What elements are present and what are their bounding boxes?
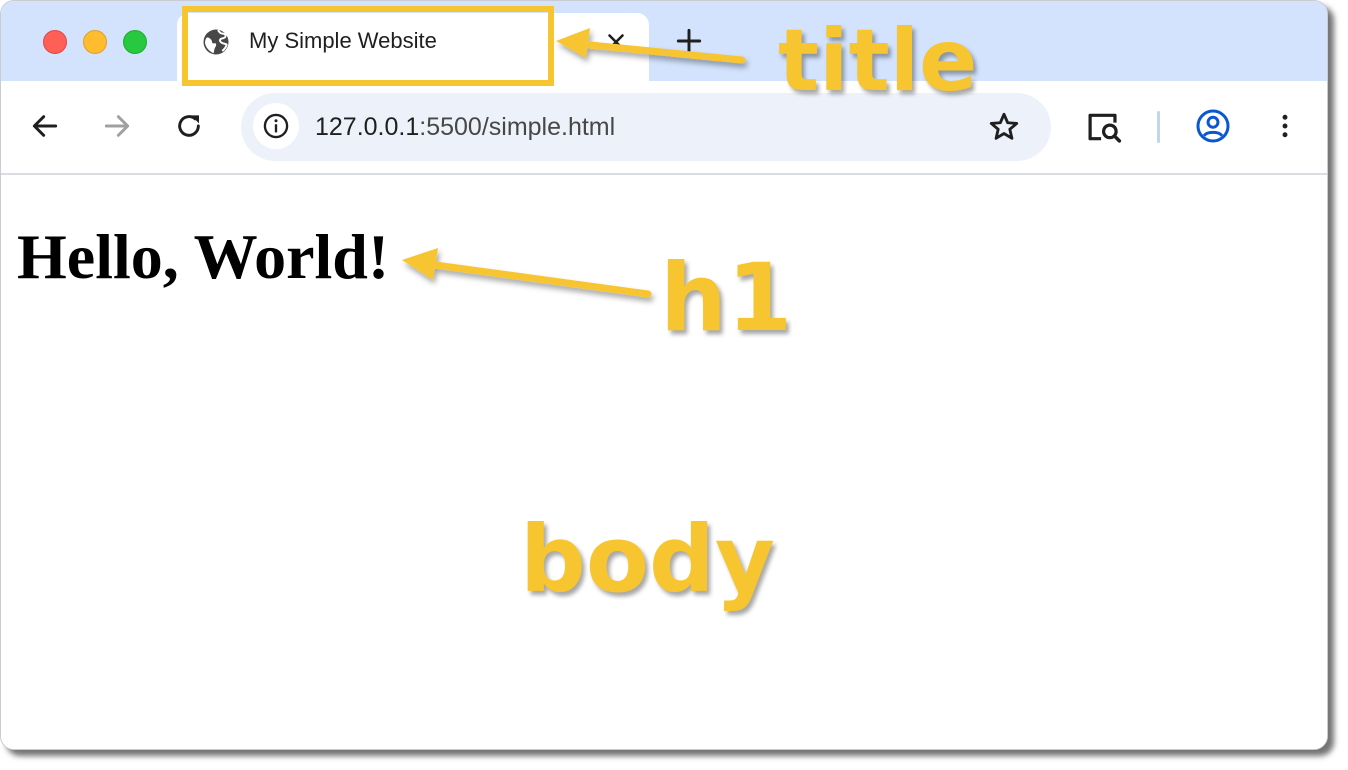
profile-icon[interactable] [1195,108,1231,144]
url-text: 127.0.0.1:5500/simple.html [315,112,615,142]
address-bar[interactable]: 127.0.0.1:5500/simple.html [241,93,1051,161]
window-close-button[interactable] [43,30,67,54]
tab-title: My Simple Website [249,28,437,53]
reload-icon[interactable] [173,110,205,142]
browser-window: My Simple Website 127.0.0.1:5500/simple.… [0,0,1328,750]
toolbar-divider [1157,111,1160,143]
close-tab-icon[interactable] [603,29,629,55]
page-body: Hello, World! [1,175,1327,749]
browser-toolbar: 127.0.0.1:5500/simple.html [1,81,1327,175]
forward-arrow-icon[interactable] [101,110,133,142]
active-tab[interactable]: My Simple Website [177,13,649,83]
url-path: :5500/simple.html [419,113,616,141]
more-vert-icon[interactable] [1271,108,1299,144]
window-minimize-button[interactable] [83,30,107,54]
globe-icon [203,29,229,55]
back-arrow-icon[interactable] [29,110,61,142]
info-icon [263,113,289,139]
lens-search-icon[interactable] [1085,109,1123,145]
window-maximize-button[interactable] [123,30,147,54]
page-heading: Hello, World! [17,221,390,292]
url-host: 127.0.0.1 [315,113,420,141]
star-icon[interactable] [987,110,1021,144]
site-info-button[interactable] [253,103,299,149]
tab-strip: My Simple Website [1,1,1327,83]
new-tab-button[interactable] [673,25,705,57]
